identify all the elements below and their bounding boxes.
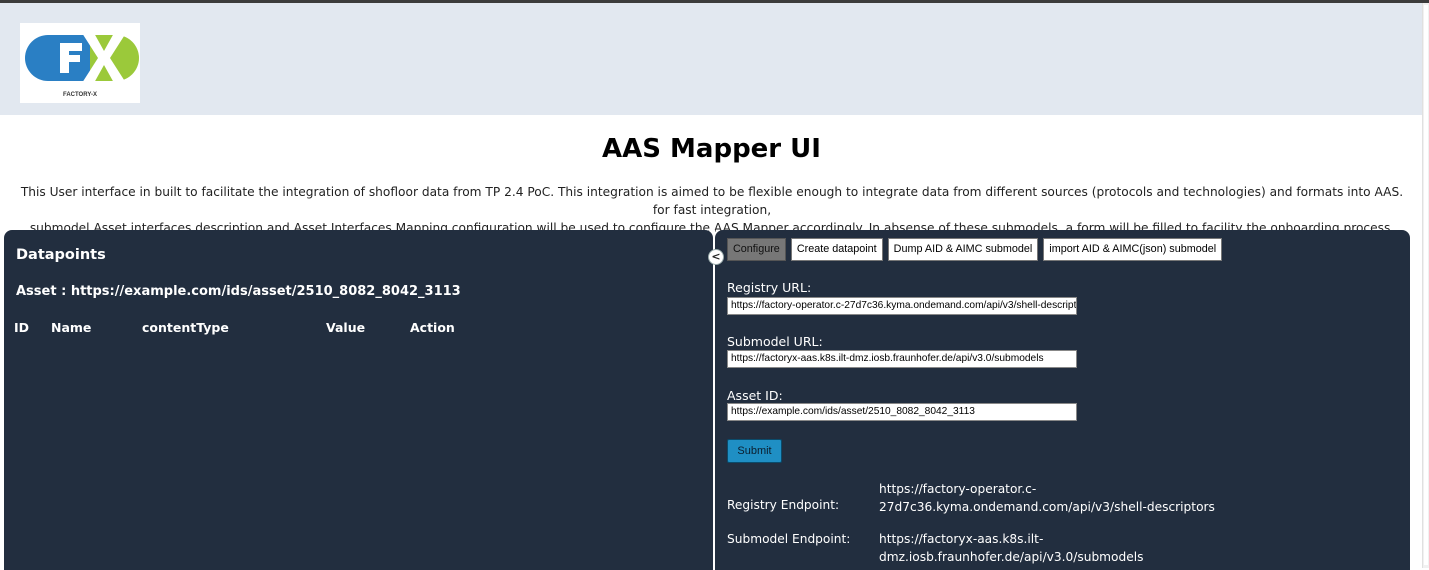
column-header-name: Name — [51, 320, 92, 335]
datapoints-title: Datapoints — [16, 247, 106, 263]
tab-create-datapoint[interactable]: Create datapoint — [790, 238, 883, 261]
registry-url-label: Registry URL: — [727, 280, 812, 295]
datapoints-panel: Datapoints Asset : https://example.com/i… — [4, 230, 713, 570]
registry-endpoint-label: Registry Endpoint: — [727, 498, 840, 512]
submodel-endpoint-value: https://factoryx-aas.k8s.ilt-dmz.iosb.fr… — [879, 532, 1144, 564]
configuration-panel: Configure Create datapoint Dump AID & AI… — [715, 230, 1410, 570]
tab-import-aid-aimc[interactable]: import AID & AIMC(json) submodel — [1043, 238, 1223, 261]
page-title: AAS Mapper UI — [602, 134, 821, 164]
page-scrollbar[interactable] — [1422, 3, 1429, 568]
factory-x-logo[interactable]: FACTORY-X — [20, 23, 140, 103]
tab-configure[interactable]: Configure — [727, 238, 786, 261]
svg-text:FACTORY-X: FACTORY-X — [63, 92, 97, 98]
column-header-action: Action — [410, 320, 455, 335]
registry-url-input[interactable]: https://factory-operator.c-27d7c36.kyma.… — [727, 297, 1077, 315]
column-header-contenttype: contentType — [142, 320, 229, 335]
submodel-endpoint-label: Submodel Endpoint: — [727, 532, 851, 546]
tab-dump-aid-aimc[interactable]: Dump AID & AIMC submodel — [887, 238, 1039, 261]
column-header-id: ID — [14, 320, 30, 335]
tab-bar: Configure Create datapoint Dump AID & AI… — [727, 238, 1223, 261]
submodel-url-input[interactable]: https://factoryx-aas.k8s.ilt-dmz.iosb.fr… — [727, 350, 1077, 368]
asset-heading: Asset : https://example.com/ids/asset/25… — [16, 284, 461, 299]
submit-button[interactable]: Submit — [727, 439, 782, 463]
scrollbar-thumb[interactable] — [1424, 5, 1428, 565]
submodel-url-label: Submodel URL: — [727, 334, 823, 349]
asset-id-input[interactable]: https://example.com/ids/asset/2510_8082_… — [727, 403, 1077, 421]
asset-id-label: Asset ID: — [727, 388, 783, 403]
collapse-panel-icon[interactable]: < — [708, 249, 724, 265]
factory-x-logo-icon: FACTORY-X — [25, 33, 139, 98]
app-header: FACTORY-X — [0, 3, 1423, 115]
registry-endpoint-value: https://factory-operator.c-27d7c36.kyma.… — [879, 482, 1215, 514]
intro-line-1: This User interface in built to facilita… — [20, 185, 1404, 217]
intro-text: This User interface in built to facilita… — [12, 183, 1412, 237]
column-header-value: Value — [326, 320, 366, 335]
